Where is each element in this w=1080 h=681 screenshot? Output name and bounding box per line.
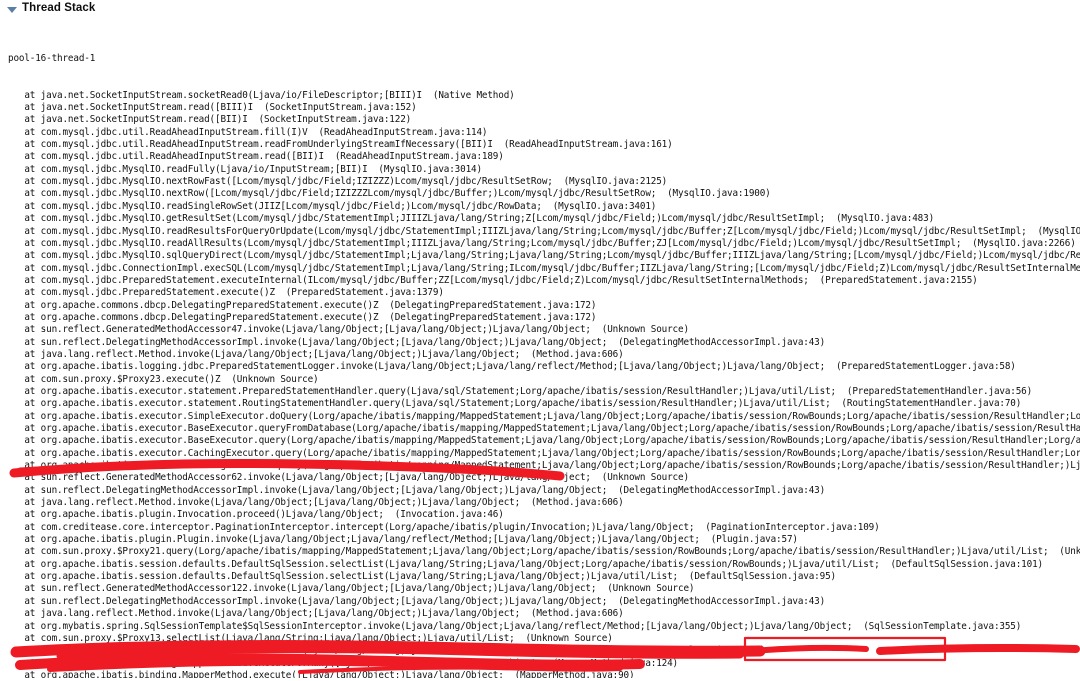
stack-frame-line: at org.apache.ibatis.binding.MapperMetho…: [8, 669, 635, 678]
stack-frame-line: at java.net.SocketInputStream.read([BII)…: [8, 114, 412, 126]
stack-trace-text: pool-16-thread-1 at java.net.SocketInput…: [8, 28, 1080, 678]
stack-frame-line: at org.mybatis.spring.SqlSessionTemplate…: [8, 620, 1022, 632]
stack-frame-line: at org.apache.ibatis.executor.statement.…: [8, 398, 1022, 410]
stack-frame-line: at sun.reflect.DelegatingMethodAccessorI…: [8, 595, 826, 607]
stack-frame-line: at com.mysql.jdbc.util.ReadAheadInputStr…: [8, 126, 488, 138]
stack-frame-line: at org.apache.ibatis.binding.MapperMetho…: [8, 657, 679, 669]
stack-frame-line: at com.mysql.jdbc.ConnectionImpl.execSQL…: [8, 262, 1080, 274]
stack-frame-line: at org.apache.ibatis.plugin.Plugin.invok…: [8, 534, 798, 546]
thread-name-line: pool-16-thread-1: [8, 52, 96, 64]
stack-frame-line: at com.mysql.jdbc.MysqlIO.nextRowFast([L…: [8, 176, 668, 188]
stack-frame-line: at org.apache.ibatis.executor.BaseExecut…: [8, 435, 1080, 447]
stack-frame-line: at java.lang.reflect.Method.invoke(Ljava…: [8, 608, 624, 620]
page-title: Thread Stack: [22, 2, 96, 14]
triangle-down-icon[interactable]: [7, 6, 17, 13]
stack-frame-line: at org.apache.ibatis.executor.CachingExe…: [8, 460, 1080, 472]
stack-frame-line: at org.apache.commons.dbcp.DelegatingPre…: [8, 311, 597, 323]
stack-frame-line: at com.mysql.jdbc.MysqlIO.nextRow([Lcom/…: [8, 188, 771, 200]
stack-frame-line: at java.net.SocketInputStream.socketRead…: [8, 89, 515, 101]
stack-frame-line: at org.apache.ibatis.plugin.Invocation.p…: [8, 509, 504, 521]
stack-frame-line: at org.apache.ibatis.executor.statement.…: [8, 385, 1033, 397]
stack-frame-line: at com.mysql.jdbc.MysqlIO.readFully(Ljav…: [8, 163, 482, 175]
stack-frame-line: at java.net.SocketInputStream.read([BIII…: [8, 102, 417, 114]
stack-frame-line: at com.sun.proxy.$Proxy21.query(Lorg/apa…: [8, 546, 1080, 558]
stack-frame-line: at org.mybatis.spring.SqlSessionTemplate…: [8, 645, 766, 657]
stack-frame-line: at java.lang.reflect.Method.invoke(Ljava…: [8, 497, 624, 509]
stack-frame-line: at com.mysql.jdbc.MysqlIO.readSingleRowS…: [8, 200, 657, 212]
stack-frame-line: at com.sun.proxy.$Proxy23.execute()Z (Un…: [8, 373, 319, 385]
stack-frame-line: at sun.reflect.GeneratedMethodAccessor12…: [8, 583, 695, 595]
stack-frame-line: at sun.reflect.GeneratedMethodAccessor47…: [8, 324, 689, 336]
stack-frame-line: at java.lang.reflect.Method.invoke(Ljava…: [8, 348, 624, 360]
stack-frame-line: at org.apache.ibatis.executor.SimpleExec…: [8, 410, 1080, 422]
thread-stack-panel: Thread Stack pool-16-thread-1 at java.ne…: [0, 0, 1080, 681]
stack-frame-line: at sun.reflect.DelegatingMethodAccessorI…: [8, 336, 826, 348]
stack-frame-line: at org.apache.ibatis.session.defaults.De…: [8, 571, 836, 583]
stack-frame-line: at com.sun.proxy.$Proxy13.selectList(Lja…: [8, 632, 613, 644]
stack-frame-line: at sun.reflect.DelegatingMethodAccessorI…: [8, 484, 826, 496]
stack-frame-line: at com.mysql.jdbc.util.ReadAheadInputStr…: [8, 139, 673, 151]
stack-trace-scroll-area[interactable]: pool-16-thread-1 at java.net.SocketInput…: [0, 28, 1080, 678]
stack-frame-line: at sun.reflect.GeneratedMethodAccessor62…: [8, 472, 689, 484]
stack-frame-line: at org.apache.ibatis.executor.CachingExe…: [8, 447, 1080, 459]
stack-frame-line: at com.mysql.jdbc.MysqlIO.getResultSet(L…: [8, 213, 935, 225]
stack-frame-line: at com.mysql.jdbc.MysqlIO.sqlQueryDirect…: [8, 250, 1080, 262]
stack-frame-line: at com.mysql.jdbc.util.ReadAheadInputStr…: [8, 151, 504, 163]
stack-frame-line: at com.mysql.jdbc.PreparedStatement.exec…: [8, 287, 444, 299]
stack-frame-line: at org.apache.ibatis.executor.BaseExecut…: [8, 423, 1080, 434]
stack-frame-line: at com.mysql.jdbc.MysqlIO.readResultsFor…: [8, 225, 1080, 237]
stack-frame-line: at com.mysql.jdbc.MysqlIO.readAllResults…: [8, 237, 1076, 249]
stack-frame-line: at com.mysql.jdbc.PreparedStatement.exec…: [8, 274, 978, 286]
thread-stack-section-header[interactable]: Thread Stack: [0, 0, 1080, 17]
stack-frame-line: at org.apache.ibatis.logging.jdbc.Prepar…: [8, 361, 1016, 373]
stack-frame-line: at org.apache.commons.dbcp.DelegatingPre…: [8, 299, 597, 311]
stack-frame-line: at com.creditease.core.interceptor.Pagin…: [8, 521, 880, 533]
stack-frame-line: at org.apache.ibatis.session.defaults.De…: [8, 558, 1043, 570]
